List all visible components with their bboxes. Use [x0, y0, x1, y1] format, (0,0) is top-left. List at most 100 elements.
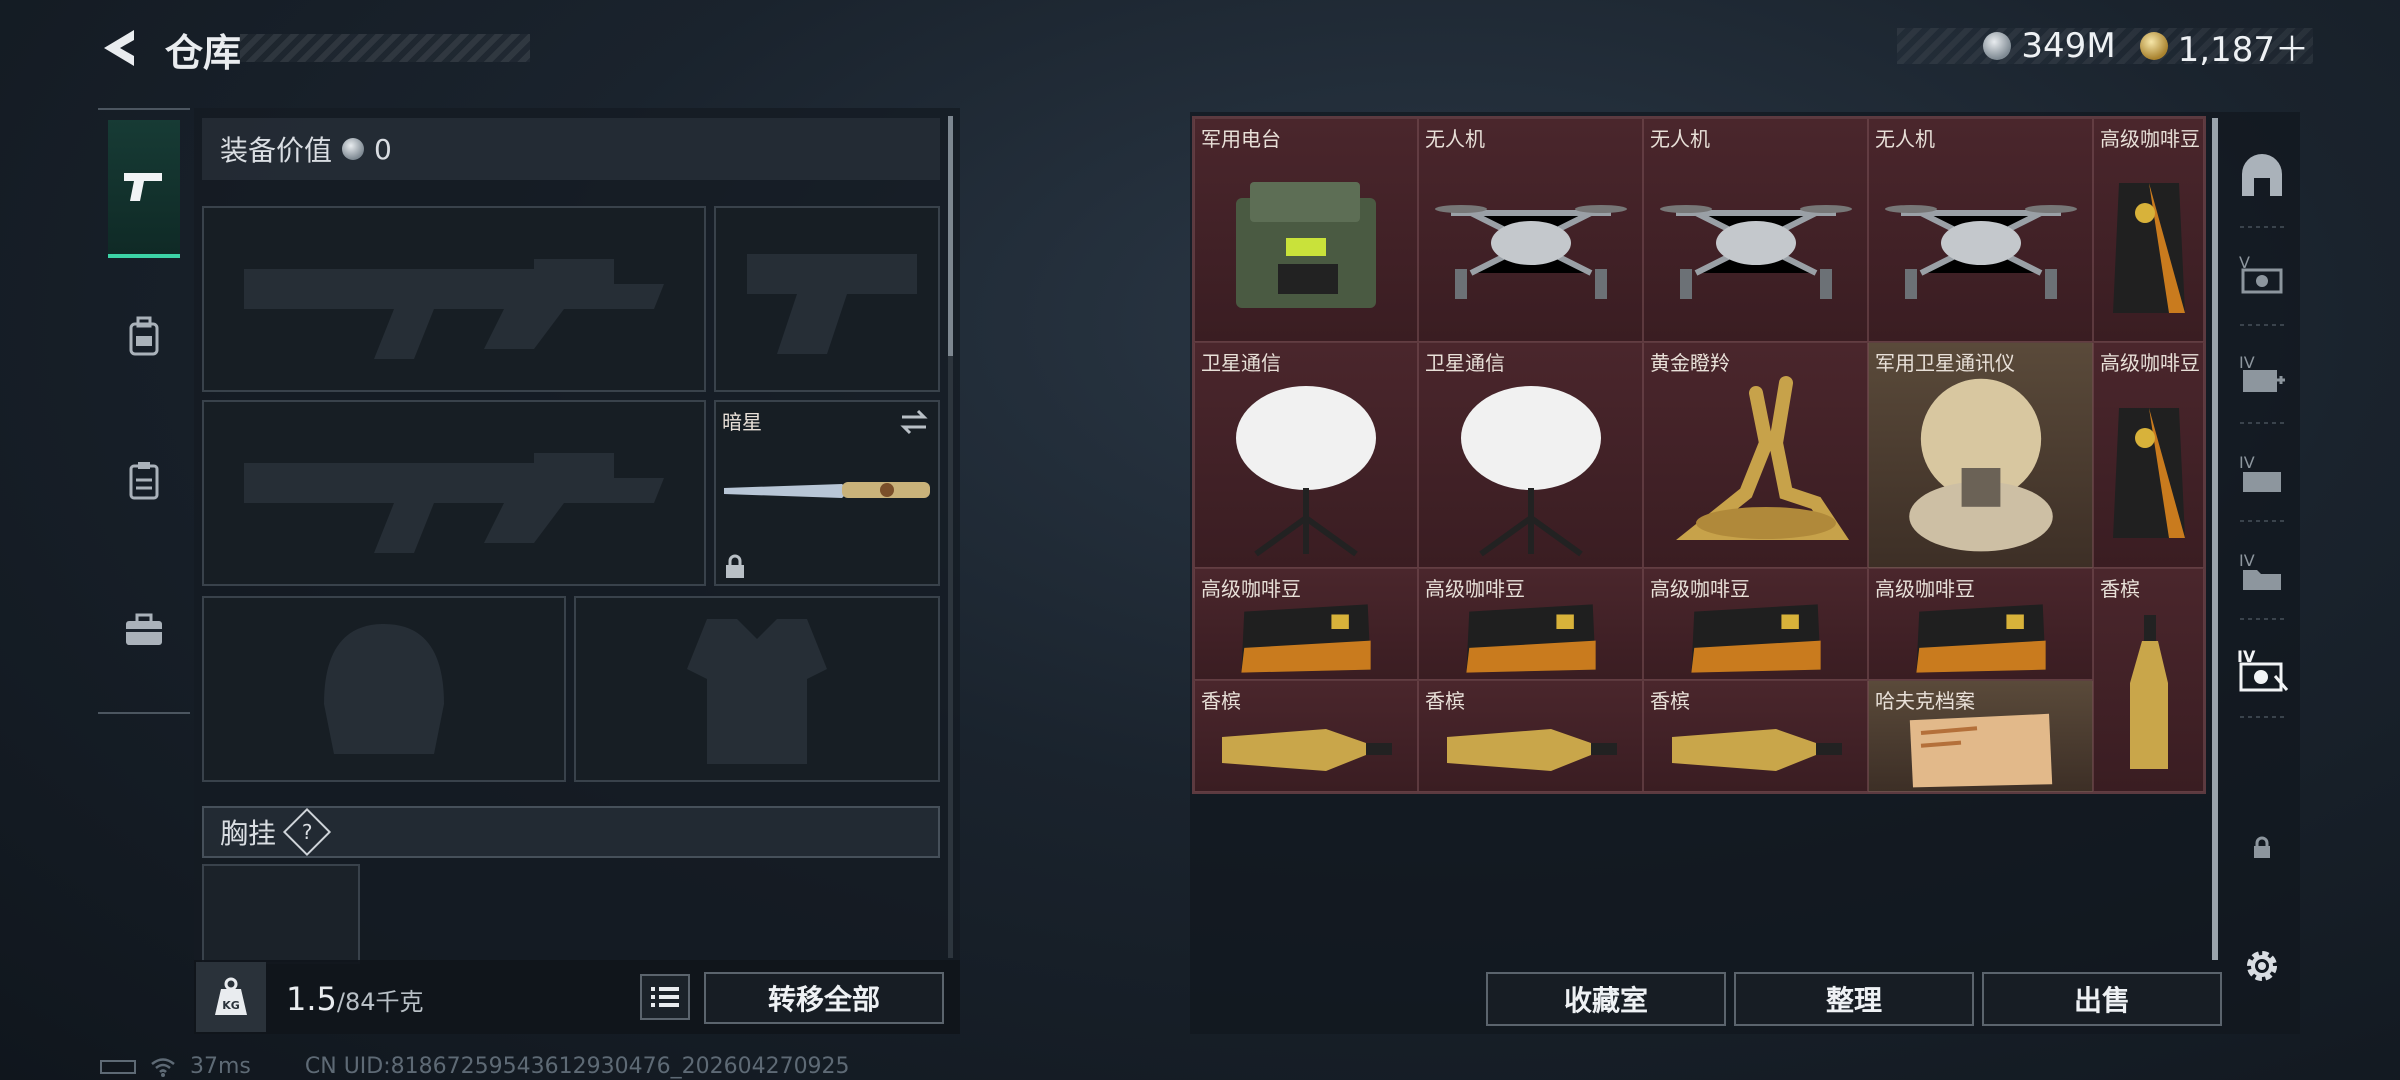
melee-name: 暗星	[722, 410, 762, 434]
stash-v-icon: V	[2239, 253, 2283, 294]
stash-item-label: 高级咖啡豆	[1650, 577, 1750, 601]
vest-silhouette-icon	[687, 619, 827, 764]
stash-item[interactable]: 高级咖啡豆	[1194, 568, 1418, 680]
tab-weapons[interactable]	[108, 120, 180, 258]
helmet-slot[interactable]	[202, 596, 566, 782]
lock-icon	[2254, 836, 2270, 858]
satellite-dish-icon	[1419, 369, 1642, 567]
stash-item[interactable]: 无人机	[1418, 118, 1643, 342]
gear-icon	[2247, 951, 2277, 981]
gold-coin-icon	[2139, 32, 2168, 60]
tab-stash-iv-folder[interactable]: IV	[2226, 532, 2298, 612]
armor-slot[interactable]	[574, 596, 940, 782]
stash-item[interactable]: 高级咖啡豆	[2093, 342, 2204, 568]
stash-item[interactable]: 军用电台	[1194, 118, 1418, 342]
stash-item[interactable]: 军用卫星通讯仪	[1868, 342, 2093, 568]
tab-clipboard[interactable]	[108, 444, 180, 516]
collection-room-button[interactable]: 收藏室	[1486, 972, 1726, 1026]
tab-stash-iv-valuables[interactable]: IV	[2226, 630, 2298, 710]
stash-item[interactable]: 香槟	[1643, 680, 1868, 792]
swap-icon[interactable]	[898, 408, 930, 436]
stash-item[interactable]: 哈夫克档案	[1868, 680, 2093, 792]
tab-stash-iv-ammo[interactable]: IV	[2226, 434, 2298, 514]
drone-icon	[1644, 145, 1867, 341]
tab-backpack[interactable]	[108, 300, 180, 372]
stash-item-label: 卫星通信	[1201, 351, 1281, 375]
stash-item-label: 高级咖啡豆	[1875, 577, 1975, 601]
equipment-value-bar: 装备价值 0	[202, 118, 940, 180]
svg-text:IV: IV	[2239, 353, 2255, 372]
help-icon[interactable]: ?	[282, 807, 332, 857]
stash-item-label: 军用电台	[1201, 127, 1281, 151]
golden-gazelle-icon	[1644, 369, 1867, 567]
stash-item-label: 无人机	[1425, 127, 1485, 151]
chest-rig-slot[interactable]	[202, 864, 360, 964]
sell-button[interactable]: 出售	[1982, 972, 2222, 1026]
stash-item-label: 无人机	[1875, 127, 1935, 151]
coffee-flat-icon	[1195, 595, 1417, 679]
carry-weight: 1.5/84千克	[286, 980, 424, 1018]
stash-item[interactable]: 香槟	[1194, 680, 1418, 792]
stash-tab-rail: V IV IV IV IV	[2226, 118, 2298, 998]
back-arrow-icon[interactable]	[98, 26, 142, 70]
pistol-silhouette-icon	[747, 254, 917, 354]
stash-iv-medical-icon: IV	[2239, 353, 2285, 392]
loadout-scrollbar-thumb[interactable]	[948, 116, 953, 356]
stash-item[interactable]: 卫星通信	[1418, 342, 1643, 568]
category-rail	[98, 108, 190, 714]
stash-item-label: 哈夫克档案	[1875, 689, 1975, 713]
sat-comm-icon	[1869, 369, 2092, 567]
user-uid: CN UID:8186725954361293047​6_20260427092…	[304, 1054, 850, 1079]
list-view-button[interactable]	[640, 974, 690, 1020]
tab-stash-iv-medical[interactable]: IV	[2226, 334, 2298, 414]
rifle-silhouette-icon	[244, 453, 664, 553]
gold-amount[interactable]: 1,187＋	[2178, 22, 2309, 71]
melee-slot[interactable]: 暗星	[714, 400, 940, 586]
coffee-flat-icon	[1644, 595, 1867, 679]
primary-weapon-slot[interactable]	[202, 206, 706, 392]
stash-item[interactable]: 高级咖啡豆	[1868, 568, 2093, 680]
stash-item[interactable]: 高级咖啡豆	[1643, 568, 1868, 680]
secondary-weapon-slot[interactable]	[714, 206, 940, 392]
wifi-icon	[151, 1057, 175, 1077]
silver-coin-icon	[342, 138, 365, 160]
settings-button[interactable]	[2226, 936, 2298, 996]
weight-current: 1.5	[286, 980, 337, 1018]
silver-amount: 349M	[2021, 26, 2116, 66]
currency-bar: 349M 1,187＋	[1897, 26, 2313, 70]
radio-icon	[1195, 145, 1417, 341]
clipboard-icon	[129, 462, 159, 500]
stash-item[interactable]: 卫星通信	[1194, 342, 1418, 568]
stash-iv-folder-icon: IV	[2239, 551, 2281, 590]
stash-iv-ammo-icon: IV	[2239, 453, 2281, 492]
stash-item-label: 无人机	[1650, 127, 1710, 151]
tab-stash-v[interactable]: V	[2226, 234, 2298, 314]
champagne-icon	[1419, 707, 1642, 791]
champagne-icon	[1195, 707, 1417, 791]
battery-icon	[100, 1059, 136, 1074]
stash-item[interactable]: 无人机	[1643, 118, 1868, 342]
tab-toolbox[interactable]	[108, 594, 180, 666]
stash-item[interactable]: 高级咖啡豆	[2093, 118, 2204, 342]
rifle-silhouette-icon	[244, 259, 664, 359]
stash-item[interactable]: 香槟	[2093, 568, 2204, 792]
stash-item-label: 卫星通信	[1425, 351, 1505, 375]
coffee-tall-icon	[2094, 369, 2203, 567]
transfer-all-button[interactable]: 转移全部	[704, 972, 944, 1024]
backup-weapon-slot[interactable]	[202, 400, 706, 586]
stash-item[interactable]: 香槟	[1418, 680, 1643, 792]
chest-rig-label: 胸挂	[220, 817, 277, 850]
tab-stash-overview[interactable]	[2226, 136, 2298, 216]
organize-button[interactable]: 整理	[1734, 972, 1974, 1026]
tab-locked[interactable]	[2226, 818, 2298, 878]
coffee-tall-icon	[2094, 145, 2203, 341]
equip-value: 0	[374, 132, 392, 166]
stash-item[interactable]: 黄金瞪羚	[1643, 342, 1868, 568]
drone-icon	[1419, 145, 1642, 341]
stash-scrollbar-thumb[interactable]	[2212, 118, 2218, 960]
stash-item[interactable]: 高级咖啡豆	[1418, 568, 1643, 680]
helmet-silhouette-icon	[324, 624, 444, 754]
status-line: 37ms CN UID:8186725954361293047​6_202604…	[100, 1054, 850, 1079]
stash-item-label: 香槟	[2100, 577, 2140, 601]
stash-item[interactable]: 无人机	[1868, 118, 2093, 342]
